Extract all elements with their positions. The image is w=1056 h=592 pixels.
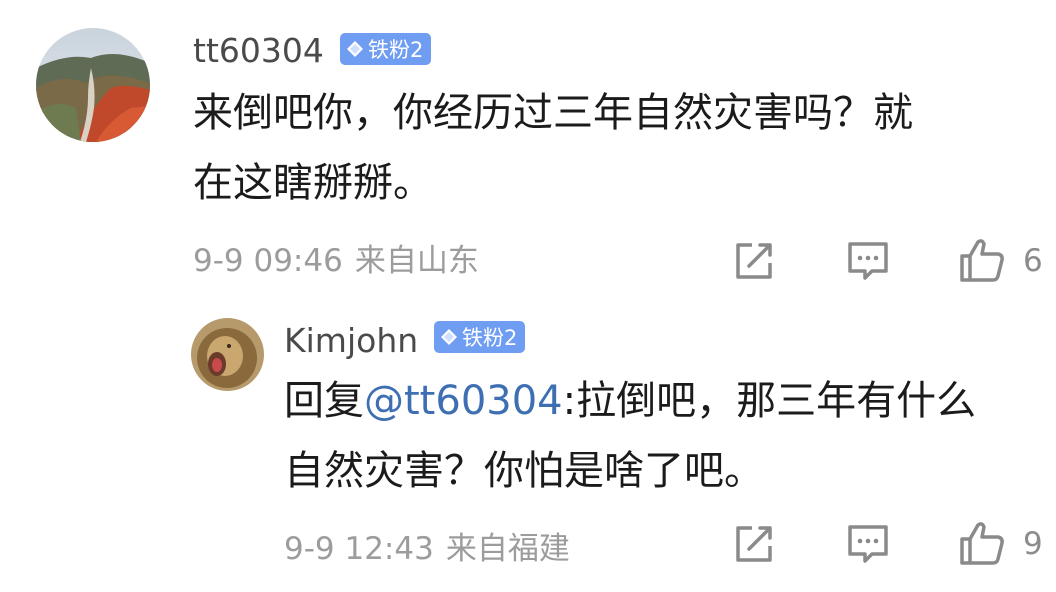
comment-meta: 9-9 12:43 来自福建 xyxy=(284,534,570,565)
reply-prefix: 回复 xyxy=(284,378,364,424)
username[interactable]: tt60304 xyxy=(193,34,324,67)
share-button[interactable] xyxy=(732,239,776,283)
comment-icon xyxy=(848,525,888,563)
mountain-autumn-avatar-icon xyxy=(36,28,150,142)
thumbs-up-icon xyxy=(960,522,1004,565)
comment-location: 来自福建 xyxy=(445,531,570,567)
like-button[interactable] xyxy=(958,236,1004,282)
reply-text: 回复@tt60304:拉倒吧，那三年有什么 自然灾害？你怕是啥了吧。 xyxy=(284,366,976,506)
share-icon xyxy=(736,526,772,562)
fan-level-badge: 铁粉2 xyxy=(434,321,526,353)
reply-item: Kimjohn 铁粉2 回复@tt60304:拉倒吧，那三年有什么 自然灾害？你… xyxy=(0,300,1056,592)
user-avatar[interactable] xyxy=(36,28,150,142)
comment-date: 9-9 09:46 xyxy=(193,243,343,279)
comment-icon xyxy=(848,242,888,280)
comment-location: 来自山东 xyxy=(354,243,479,279)
badge-label: 铁粉2 xyxy=(368,38,424,62)
like-count: 6 xyxy=(1023,243,1043,279)
reply-text-line: 自然灾害？你怕是啥了吧。 xyxy=(284,448,764,494)
comment-text-line: 在这瞎掰掰。 xyxy=(193,160,433,206)
badge-label: 铁粉2 xyxy=(462,326,518,350)
share-icon xyxy=(736,243,772,279)
share-button[interactable] xyxy=(732,522,776,566)
like-count: 9 xyxy=(1023,526,1043,562)
reply-button[interactable] xyxy=(846,522,890,566)
reply-text-line: 回复@tt60304:拉倒吧，那三年有什么 xyxy=(284,366,976,436)
reply-button[interactable] xyxy=(846,239,890,283)
comment-meta: 9-9 09:46 来自山东 xyxy=(193,246,479,277)
comment-text-line: 来倒吧你，你经历过三年自然灾害吗？就 xyxy=(193,90,913,136)
fan-level-badge: 铁粉2 xyxy=(340,33,432,65)
diamond-icon xyxy=(347,41,363,57)
mention-link[interactable]: @tt60304 xyxy=(364,378,563,424)
reply-text-rest: :拉倒吧，那三年有什么 xyxy=(562,378,977,424)
comment-text: 来倒吧你，你经历过三年自然灾害吗？就 在这瞎掰掰。 xyxy=(193,78,913,218)
comment-item: tt60304 铁粉2 来倒吧你，你经历过三年自然灾害吗？就 在这瞎掰掰。 9-… xyxy=(0,0,1056,300)
diamond-icon xyxy=(441,329,457,345)
comment-date: 9-9 12:43 xyxy=(284,531,434,567)
like-button[interactable] xyxy=(958,519,1004,565)
user-avatar[interactable] xyxy=(191,318,264,391)
thumbs-up-icon xyxy=(960,239,1004,282)
lion-avatar-icon xyxy=(191,318,264,391)
username[interactable]: Kimjohn xyxy=(284,324,418,357)
